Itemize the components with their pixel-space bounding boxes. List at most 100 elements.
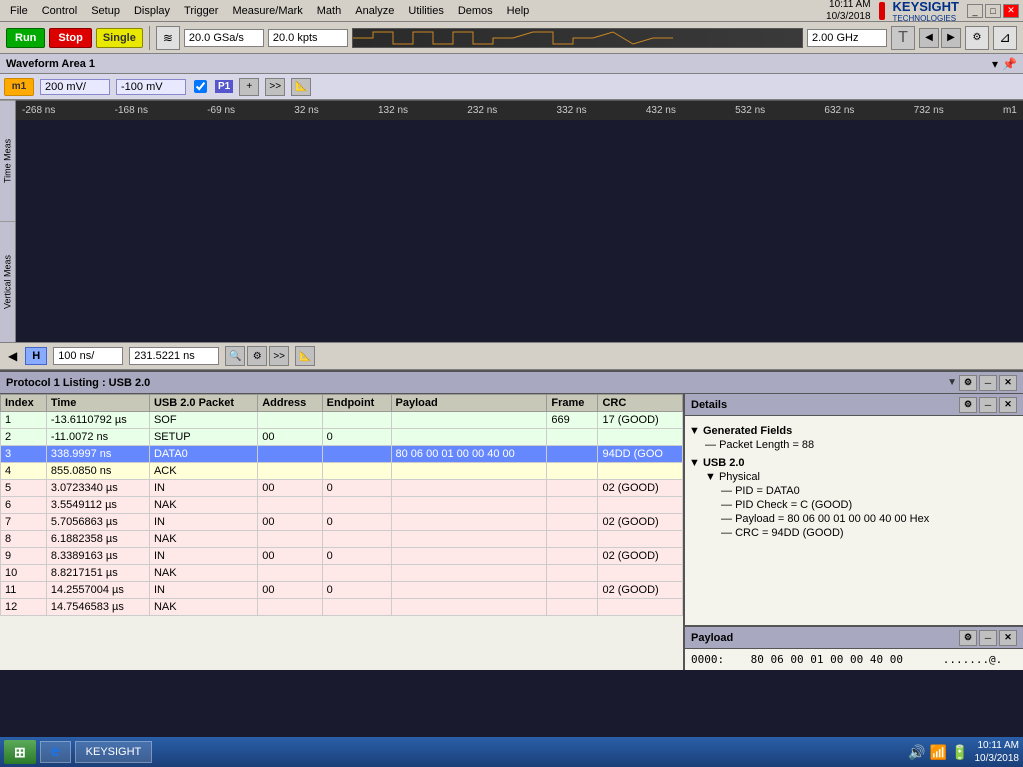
channel-scale-input[interactable] <box>40 79 110 95</box>
zoom-icon[interactable]: 🔍 <box>225 346 245 366</box>
company-name: KEYSIGHT <box>893 0 959 14</box>
keysight-logo-mark <box>879 2 885 20</box>
table-row[interactable]: 3338.9997 nsDATA080 06 00 01 00 00 40 00… <box>1 446 683 463</box>
scroll-down-arrow[interactable]: ▼ <box>947 377 957 388</box>
prev-button[interactable]: ◀ <box>919 28 939 48</box>
probe-icon[interactable]: ⊿ <box>993 26 1017 50</box>
channel-checkbox[interactable] <box>194 80 207 93</box>
payload-address: 0000: <box>691 653 724 666</box>
frequency-input[interactable] <box>807 29 887 47</box>
menu-analyze[interactable]: Analyze <box>349 3 400 19</box>
taskbar-app-keysight[interactable]: KEYSIGHT <box>75 741 153 763</box>
payload-header: Payload ⚙ ─ ✕ <box>685 627 1023 649</box>
menu-display[interactable]: Display <box>128 3 176 19</box>
horizontal-indicator: H <box>25 347 47 365</box>
collapse-icon-physical[interactable]: ▼ <box>705 471 716 483</box>
volume-icon[interactable]: 🔊 <box>908 744 925 761</box>
single-button[interactable]: Single <box>96 28 143 48</box>
trigger-icon[interactable]: T <box>891 26 915 50</box>
cell-frame <box>547 582 598 599</box>
time-meas-label[interactable]: Time Meas <box>0 100 15 221</box>
collapse-icon-generated[interactable]: ▼ <box>689 425 700 437</box>
table-row[interactable]: 86.1882358 µsNAK <box>1 531 683 548</box>
taskbar-time: 10:11 AM <box>975 739 1020 752</box>
cell-packet: IN <box>149 582 257 599</box>
collapse-icon-usb[interactable]: ▼ <box>689 457 700 469</box>
table-row[interactable]: 75.7056863 µsIN00002 (GOOD) <box>1 514 683 531</box>
physical-item: ▼ Physical <box>689 470 1019 484</box>
expand-arrow[interactable]: ▾ <box>992 57 998 71</box>
table-container[interactable]: Index Time USB 2.0 Packet Address Endpoi… <box>0 394 683 670</box>
left-expand-arrow[interactable]: ◀ <box>8 349 17 363</box>
menu-file[interactable]: File <box>4 3 34 19</box>
zoom-controls: 🔍 ⚙ >> <box>225 346 289 366</box>
details-title: Details <box>691 399 727 411</box>
title-bar-right: 10:11 AM 10/3/2018 KEYSIGHT TECHNOLOGIES… <box>826 0 1019 23</box>
time-marker-10: 732 ns <box>914 105 944 116</box>
table-row[interactable]: 1214.7546583 µsNAK <box>1 599 683 616</box>
network-icon[interactable]: 📶 <box>930 744 947 761</box>
close-button[interactable]: ✕ <box>1003 4 1019 18</box>
channel-add-button[interactable]: + <box>239 78 259 96</box>
table-row[interactable]: 4855.0850 nsACK <box>1 463 683 480</box>
sample-rate-input[interactable] <box>184 29 264 47</box>
table-row[interactable]: 1-13.6110792 µsSOF66917 (GOOD) <box>1 412 683 429</box>
clock-date: 10/3/2018 <box>826 11 871 23</box>
details-settings-btn[interactable]: ⚙ <box>959 397 977 413</box>
zoom-controls-btn[interactable]: ⚙ <box>247 346 267 366</box>
waveform-area-title: Waveform Area 1 <box>6 58 95 70</box>
menu-measure[interactable]: Measure/Mark <box>226 3 308 19</box>
time-offset-input[interactable] <box>129 347 219 365</box>
channel-more-button[interactable]: >> <box>265 78 285 96</box>
payload-pin-btn[interactable]: ─ <box>979 630 997 646</box>
next-button[interactable]: ▶ <box>941 28 961 48</box>
payload-settings-btn[interactable]: ⚙ <box>959 630 977 646</box>
taskbar-date: 10/3/2018 <box>975 752 1020 765</box>
zoom-expand-btn[interactable]: >> <box>269 346 289 366</box>
table-row[interactable]: 98.3389163 µsIN00002 (GOOD) <box>1 548 683 565</box>
cell-index: 1 <box>1 412 47 429</box>
col-frame: Frame <box>547 395 598 412</box>
minimize-button[interactable]: _ <box>967 4 983 18</box>
menu-setup[interactable]: Setup <box>85 3 126 19</box>
settings-icon[interactable]: ⚙ <box>965 26 989 50</box>
snap-btn[interactable]: 📐 <box>295 346 315 366</box>
payload-close-btn[interactable]: ✕ <box>999 630 1017 646</box>
details-panel: Details ⚙ ─ ✕ ▼ Generated Fields — Packe… <box>683 394 1023 670</box>
menu-utilities[interactable]: Utilities <box>402 3 449 19</box>
protocol-close-btn[interactable]: ✕ <box>999 375 1017 391</box>
channel-offset-input[interactable] <box>116 79 186 95</box>
table-row[interactable]: 2-11.0072 nsSETUP000 <box>1 429 683 446</box>
menu-control[interactable]: Control <box>36 3 83 19</box>
menu-math[interactable]: Math <box>311 3 347 19</box>
taskbar-app-ie[interactable]: e <box>40 741 71 763</box>
vertical-meas-label[interactable]: Vertical Meas <box>0 221 15 342</box>
start-button[interactable]: ⊞ <box>4 740 36 764</box>
table-row[interactable]: 1114.2557004 µsIN00002 (GOOD) <box>1 582 683 599</box>
table-row[interactable]: 108.8217151 µsNAK <box>1 565 683 582</box>
protocol-pin-btn[interactable]: ─ <box>979 375 997 391</box>
details-close-btn[interactable]: ✕ <box>999 397 1017 413</box>
stop-button[interactable]: Stop <box>49 28 91 48</box>
channel-snap-button[interactable]: 📐 <box>291 78 311 96</box>
time-axis: -268 ns -168 ns -69 ns 32 ns 132 ns 232 … <box>16 100 1023 120</box>
memory-depth-input[interactable] <box>268 29 348 47</box>
menu-help[interactable]: Help <box>501 3 536 19</box>
menu-demos[interactable]: Demos <box>452 3 499 19</box>
table-row[interactable]: 63.5549112 µsNAK <box>1 497 683 514</box>
cell-frame <box>547 531 598 548</box>
menu-trigger[interactable]: Trigger <box>178 3 224 19</box>
channel-icon[interactable]: ≋ <box>156 26 180 50</box>
details-header: Details ⚙ ─ ✕ <box>685 394 1023 416</box>
battery-icon[interactable]: 🔋 <box>951 744 968 761</box>
details-pin-btn[interactable]: ─ <box>979 397 997 413</box>
run-button[interactable]: Run <box>6 28 45 48</box>
cell-frame <box>547 463 598 480</box>
pin-icon[interactable]: 📌 <box>1002 57 1017 71</box>
time-div-input[interactable] <box>53 347 123 365</box>
cell-index: 7 <box>1 514 47 531</box>
protocol-settings-btn[interactable]: ⚙ <box>959 375 977 391</box>
table-row[interactable]: 53.0723340 µsIN00002 (GOOD) <box>1 480 683 497</box>
cell-crc: 94DD (GOO <box>598 446 683 463</box>
restore-button[interactable]: □ <box>985 4 1001 18</box>
